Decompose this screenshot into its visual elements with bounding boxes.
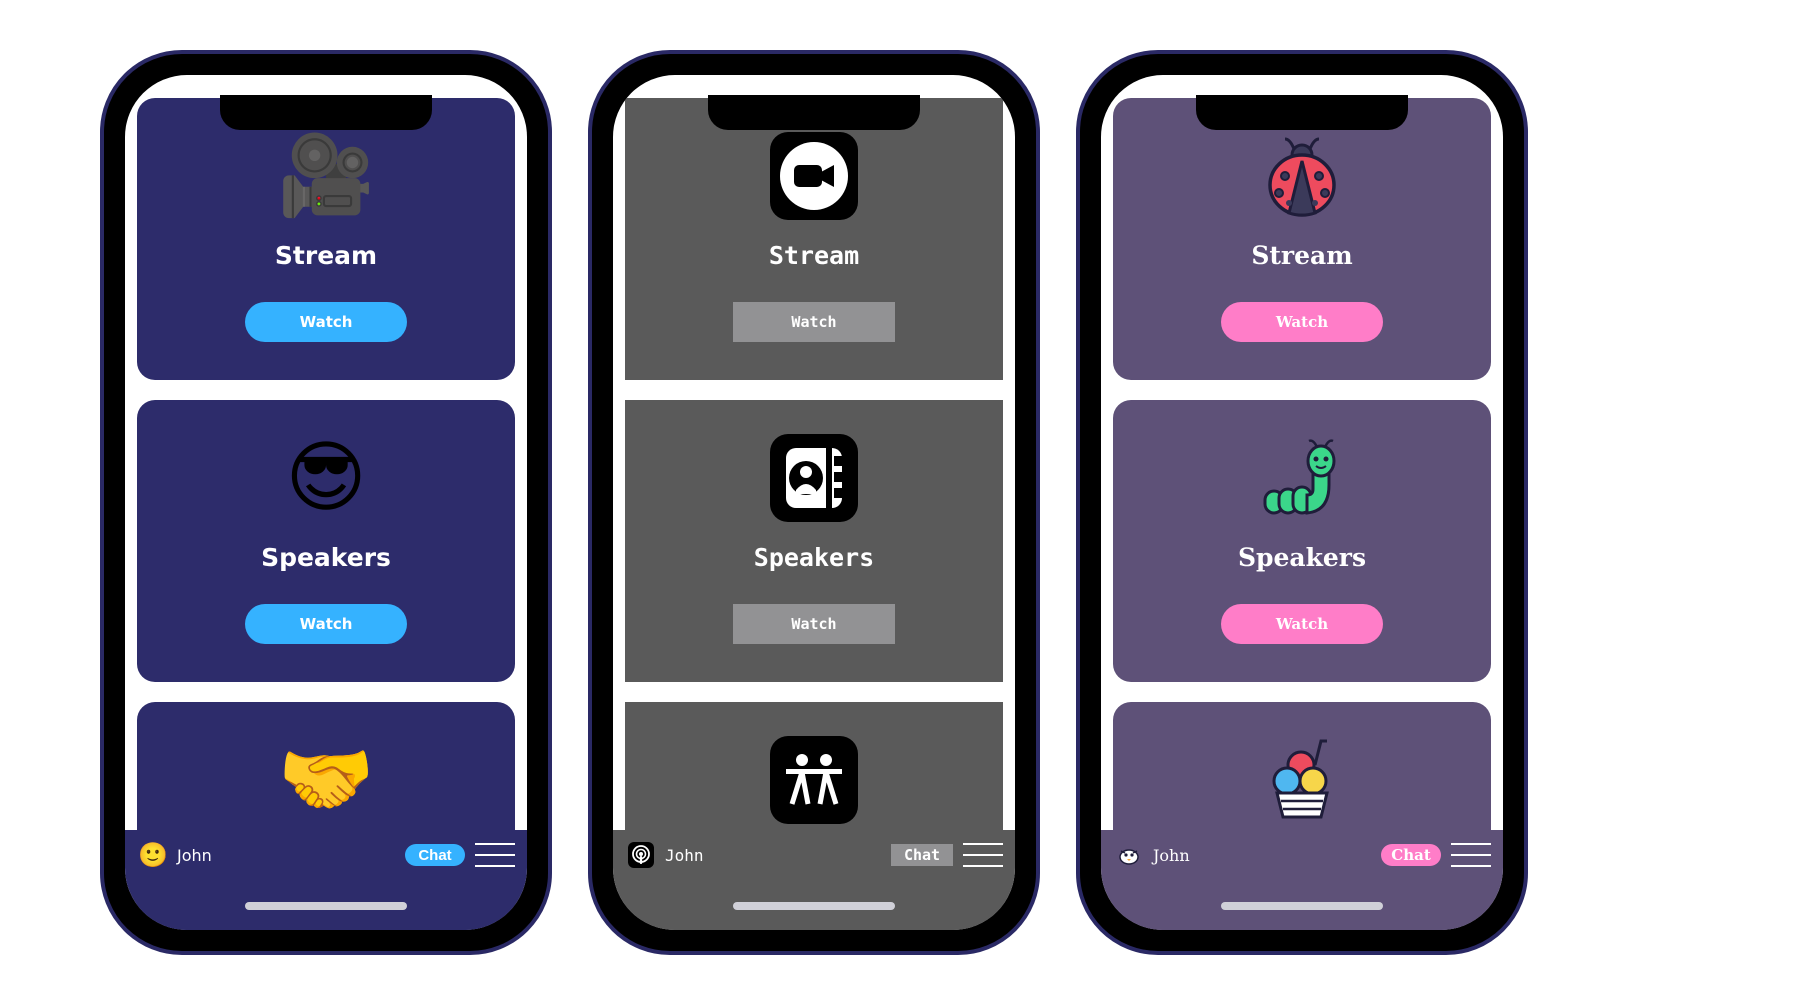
podcast-icon	[627, 841, 655, 869]
watch-button[interactable]: Watch	[245, 604, 407, 644]
user-name: John	[1153, 845, 1190, 865]
phone-purple: Stream Watch Speakers Watch John Chat	[1076, 50, 1528, 955]
card-title: Speakers	[261, 543, 391, 572]
bottom-bar: 🙂 John Chat	[125, 830, 527, 930]
menu-icon[interactable]	[963, 843, 1003, 867]
chat-button[interactable]: Chat	[405, 844, 465, 866]
cool-face-icon: 😎	[285, 433, 367, 523]
watch-button[interactable]: Watch	[1221, 302, 1383, 342]
home-indicator[interactable]	[1221, 902, 1383, 910]
card-speakers: Speakers Watch	[1113, 400, 1491, 682]
user-name: John	[177, 845, 212, 865]
user-info[interactable]: John	[1115, 840, 1190, 870]
bird-icon	[1115, 841, 1143, 869]
phone-screen: 🎥 Stream Watch 😎 Speakers Watch 🤝 🙂 John…	[125, 75, 527, 930]
phone-gray: Stream Watch Speakers Watch John Chat	[588, 50, 1040, 955]
ice-cream-icon	[1254, 732, 1350, 828]
watch-button[interactable]: Watch	[733, 302, 895, 342]
watch-button[interactable]: Watch	[245, 302, 407, 342]
caterpillar-icon	[1254, 430, 1350, 526]
menu-icon[interactable]	[1451, 843, 1491, 867]
movie-camera-icon: 🎥	[277, 131, 375, 221]
chat-button[interactable]: Chat	[891, 844, 953, 866]
ladybug-icon	[1254, 128, 1350, 224]
card-stream: 🎥 Stream Watch	[137, 98, 515, 380]
card-stream: Stream Watch	[625, 98, 1003, 380]
phone-screen: Stream Watch Speakers Watch John Chat	[1101, 75, 1503, 930]
bottom-bar: John Chat	[613, 830, 1015, 930]
card-title: Stream	[768, 241, 860, 270]
card-title: Stream	[274, 241, 378, 270]
card-stream: Stream Watch	[1113, 98, 1491, 380]
home-indicator[interactable]	[733, 902, 895, 910]
user-name: John	[665, 845, 704, 865]
handshake-icon: 🤝	[277, 735, 375, 825]
card-title: Speakers	[1237, 543, 1367, 572]
notch	[220, 95, 432, 130]
contacts-book-icon	[766, 430, 862, 526]
bottom-bar: John Chat	[1101, 830, 1503, 930]
notch	[1196, 95, 1408, 130]
watch-button[interactable]: Watch	[1221, 604, 1383, 644]
smiley-icon: 🙂	[138, 841, 168, 869]
phone-screen: Stream Watch Speakers Watch John Chat	[613, 75, 1015, 930]
card-speakers: Speakers Watch	[625, 400, 1003, 682]
phone-navy: 🎥 Stream Watch 😎 Speakers Watch 🤝 🙂 John…	[100, 50, 552, 955]
people-icon	[766, 732, 862, 828]
card-title: Stream	[1251, 241, 1353, 270]
card-speakers: 😎 Speakers Watch	[137, 400, 515, 682]
menu-icon[interactable]	[475, 843, 515, 867]
user-info[interactable]: 🙂 John	[138, 840, 212, 870]
card-title: Speakers	[753, 543, 875, 572]
chat-button[interactable]: Chat	[1381, 844, 1441, 866]
home-indicator[interactable]	[245, 902, 407, 910]
user-info[interactable]: John	[627, 840, 704, 870]
watch-button[interactable]: Watch	[733, 604, 895, 644]
video-camera-icon	[766, 128, 862, 224]
notch	[708, 95, 920, 130]
